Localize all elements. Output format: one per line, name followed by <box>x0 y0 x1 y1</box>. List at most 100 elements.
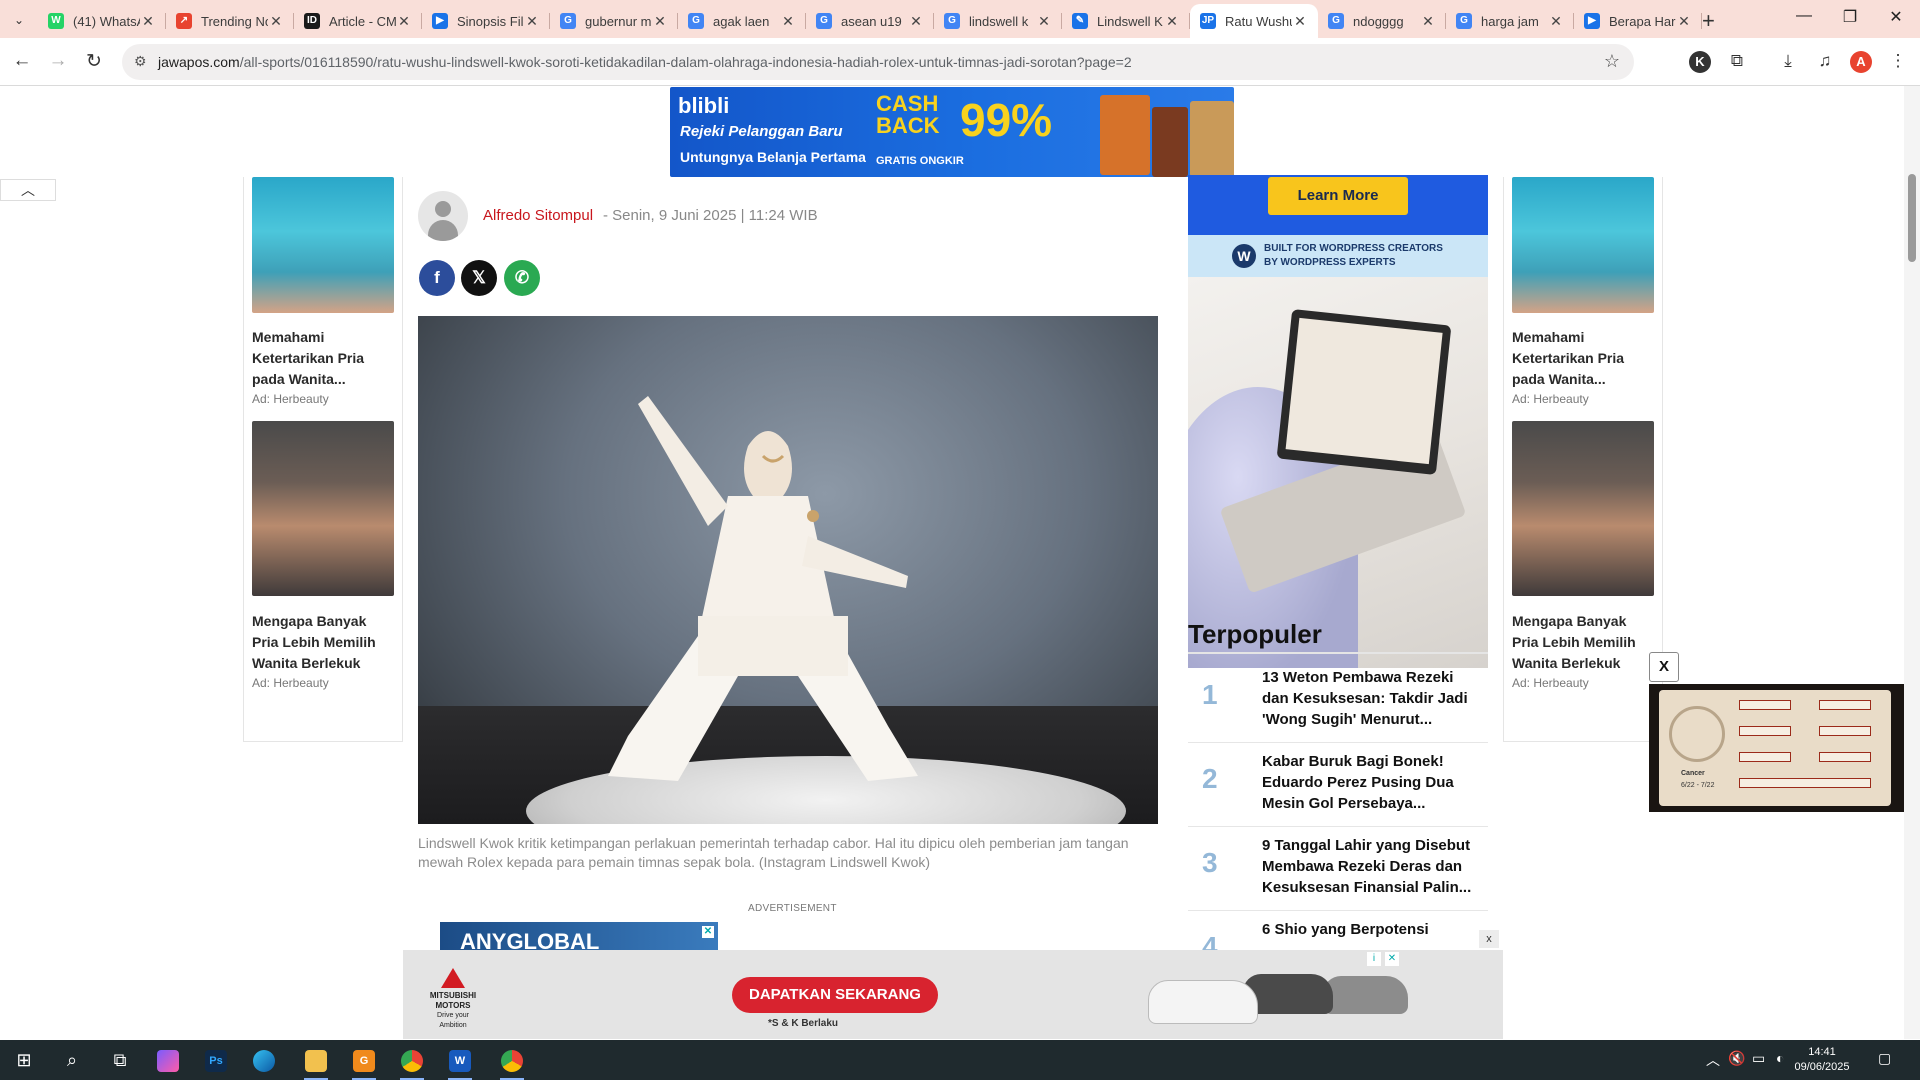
whatsapp-share-icon[interactable]: ✆ <box>504 260 540 296</box>
tab-close-icon[interactable]: ✕ <box>1420 13 1436 30</box>
scroll-up-chevron-icon[interactable]: ︿ <box>0 179 56 201</box>
chrome-menu-icon[interactable]: ⋮ <box>1886 49 1910 73</box>
address-bar[interactable]: ⚙ jawapos.com/all-sports/016118590/ratu-… <box>122 44 1634 80</box>
web-page: blibli Rejeki Pelanggan Baru Untungnya B… <box>0 87 1920 1039</box>
tray-chevron-icon[interactable]: ︿ <box>1706 1050 1720 1070</box>
doc-icon: ▶ <box>1584 13 1600 29</box>
chrome-profile-icon[interactable] <box>488 1040 536 1080</box>
ad-image[interactable] <box>1512 421 1654 596</box>
restore-button[interactable]: ❐ <box>1830 7 1870 27</box>
notifications-icon[interactable]: ▢ <box>1878 1050 1891 1067</box>
tab-close-icon[interactable]: ✕ <box>1548 13 1564 30</box>
tab-close-icon[interactable]: ✕ <box>396 13 412 30</box>
get-now-button[interactable]: DAPATKAN SEKARANG <box>732 977 938 1013</box>
chrome-icon[interactable] <box>388 1040 436 1080</box>
profile-avatar[interactable]: A <box>1850 51 1872 73</box>
wordpress-ad[interactable]: Learn More W BUILT FOR WORDPRESS CREATOR… <box>1188 175 1488 668</box>
tab[interactable]: Gagak laen ✕ <box>678 4 806 38</box>
tab-close-icon[interactable]: ✕ <box>1036 13 1052 30</box>
popular-item-title[interactable]: 9 Tanggal Lahir yang Disebut Membawa Rez… <box>1262 835 1482 898</box>
extension-k-icon[interactable]: K <box>1689 51 1711 73</box>
reload-button[interactable]: ↻ <box>82 50 106 73</box>
facebook-share-icon[interactable]: f <box>419 260 455 296</box>
extensions-puzzle-icon[interactable]: ⧉ <box>1725 49 1749 73</box>
tab-close-icon[interactable]: ✕ <box>524 13 540 30</box>
media-control-icon[interactable]: ♫ <box>1813 49 1837 73</box>
tab-search-button[interactable]: ⌄ <box>8 9 30 31</box>
ad-caption[interactable]: Memahami Ketertarikan Pria pada Wanita..… <box>1512 327 1654 390</box>
edge-icon[interactable] <box>240 1040 288 1080</box>
tab-close-icon[interactable]: ✕ <box>1164 13 1180 30</box>
popular-item[interactable]: 1 13 Weton Pembawa Rezeki dan Kesuksesan… <box>1188 659 1488 743</box>
tab-close-icon[interactable]: ✕ <box>1676 13 1692 30</box>
ad-image[interactable] <box>252 421 394 596</box>
top-banner-ad[interactable]: blibli Rejeki Pelanggan Baru Untungnya B… <box>670 87 1234 177</box>
tab[interactable]: ↗ Trending Now✕ <box>166 4 294 38</box>
popular-item[interactable]: 3 9 Tanggal Lahir yang Disebut Membawa R… <box>1188 827 1488 911</box>
floating-video-ad[interactable]: Cancer 6/22 - 7/22 <box>1649 684 1904 812</box>
volume-muted-icon[interactable]: 🔇 <box>1728 1050 1745 1067</box>
popular-item-title[interactable]: Kabar Buruk Bagi Bonek! Eduardo Perez Pu… <box>1262 751 1482 814</box>
author-name-link[interactable]: Alfredo Sitompul <box>483 207 593 224</box>
tab-close-icon[interactable]: ✕ <box>652 13 668 30</box>
downloads-icon[interactable]: ⤓ <box>1776 49 1800 73</box>
float-ad-close-button[interactable]: X <box>1649 652 1679 682</box>
popular-item-title[interactable]: 13 Weton Pembawa Rezeki dan Kesuksesan: … <box>1262 667 1482 730</box>
tab[interactable]: Ggubernur m ✕ <box>550 4 678 38</box>
tab[interactable]: ✎ Lindswell K ✕ <box>1062 4 1190 38</box>
bottom-ad-close-button[interactable]: x <box>1479 930 1499 948</box>
close-window-button[interactable]: ✕ <box>1876 7 1916 27</box>
tab[interactable]: W (41) WhatsApp✕ <box>38 4 166 38</box>
tab-close-icon[interactable]: ✕ <box>268 13 284 30</box>
back-button[interactable]: ← <box>10 50 34 72</box>
forward-button[interactable]: → <box>46 50 70 72</box>
task-view-icon[interactable]: ⧉ <box>96 1040 144 1080</box>
minimize-button[interactable]: — <box>1784 7 1824 25</box>
app-orange-icon[interactable]: G <box>340 1040 388 1080</box>
tab[interactable]: Gndogggg ✕ <box>1318 4 1446 38</box>
page-scrollbar[interactable] <box>1904 86 1920 1039</box>
tab-close-icon[interactable]: ✕ <box>908 13 924 30</box>
ad-close-icon[interactable]: ✕ <box>702 926 714 938</box>
bottom-sticky-ad[interactable]: MITSUBISHI MOTORS Drive your Ambition DAP… <box>403 950 1503 1039</box>
tab[interactable]: ID Article - CMS✕ <box>294 4 422 38</box>
ad-image[interactable] <box>1512 177 1654 313</box>
tab[interactable]: ▶ Berapa Har ✕ <box>1574 4 1702 38</box>
tab[interactable]: Gasean u19 ✕ <box>806 4 934 38</box>
author-avatar[interactable] <box>418 191 468 241</box>
file-explorer-icon[interactable] <box>292 1040 340 1080</box>
ad-caption[interactable]: Mengapa Banyak Pria Lebih Memilih Wanita… <box>1512 611 1654 674</box>
word-icon[interactable]: W <box>436 1040 484 1080</box>
tab[interactable]: Gharga jam ✕ <box>1446 4 1574 38</box>
tab[interactable]: Glindswell k ✕ <box>934 4 1062 38</box>
tab-close-icon[interactable]: ✕ <box>780 13 796 30</box>
popular-item[interactable]: 2 Kabar Buruk Bagi Bonek! Eduardo Perez … <box>1188 743 1488 827</box>
ad-caption[interactable]: Mengapa Banyak Pria Lebih Memilih Wanita… <box>252 611 394 674</box>
tab-title: Ratu Wushu <box>1225 13 1292 29</box>
article-date: - Senin, 9 Juni 2025 | 11:24 WIB <box>603 207 818 224</box>
copilot-icon[interactable] <box>144 1040 192 1080</box>
ad-image[interactable] <box>252 177 394 313</box>
ad-close-icon[interactable]: ✕ <box>1385 952 1399 966</box>
bookmark-star-icon[interactable]: ☆ <box>1604 51 1620 72</box>
new-tab-button[interactable]: + <box>1702 8 1715 34</box>
tab[interactable]: JP Ratu Wushu ✕ <box>1190 4 1318 38</box>
tab-close-icon[interactable]: ✕ <box>1292 13 1308 30</box>
tab-close-icon[interactable]: ✕ <box>140 13 156 30</box>
popular-item-title[interactable]: 6 Shio yang Berpotensi <box>1262 919 1482 940</box>
ad-info-icon[interactable]: i <box>1367 952 1381 966</box>
photoshop-icon[interactable]: Ps <box>192 1040 240 1080</box>
learn-more-button[interactable]: Learn More <box>1268 177 1408 215</box>
network-icon[interactable]: ▭ <box>1752 1050 1765 1067</box>
site-info-icon[interactable]: ⚙ <box>134 53 147 70</box>
car-image <box>1323 976 1408 1014</box>
tab[interactable]: ▶ Sinopsis Film✕ <box>422 4 550 38</box>
left-sidebar-ads: Memahami Ketertarikan Pria pada Wanita..… <box>243 177 403 742</box>
search-icon[interactable]: ⌕ <box>48 1040 96 1080</box>
system-clock[interactable]: 14:41 09/06/2025 <box>1780 1045 1864 1075</box>
ad-caption[interactable]: Memahami Ketertarikan Pria pada Wanita..… <box>252 327 394 390</box>
x-share-icon[interactable]: 𝕏 <box>461 260 497 296</box>
right-sidebar-ads: Memahami Ketertarikan Pria pada Wanita..… <box>1503 177 1663 742</box>
scrollbar-thumb[interactable] <box>1908 174 1916 262</box>
start-windows-icon[interactable]: ⊞ <box>0 1040 48 1080</box>
